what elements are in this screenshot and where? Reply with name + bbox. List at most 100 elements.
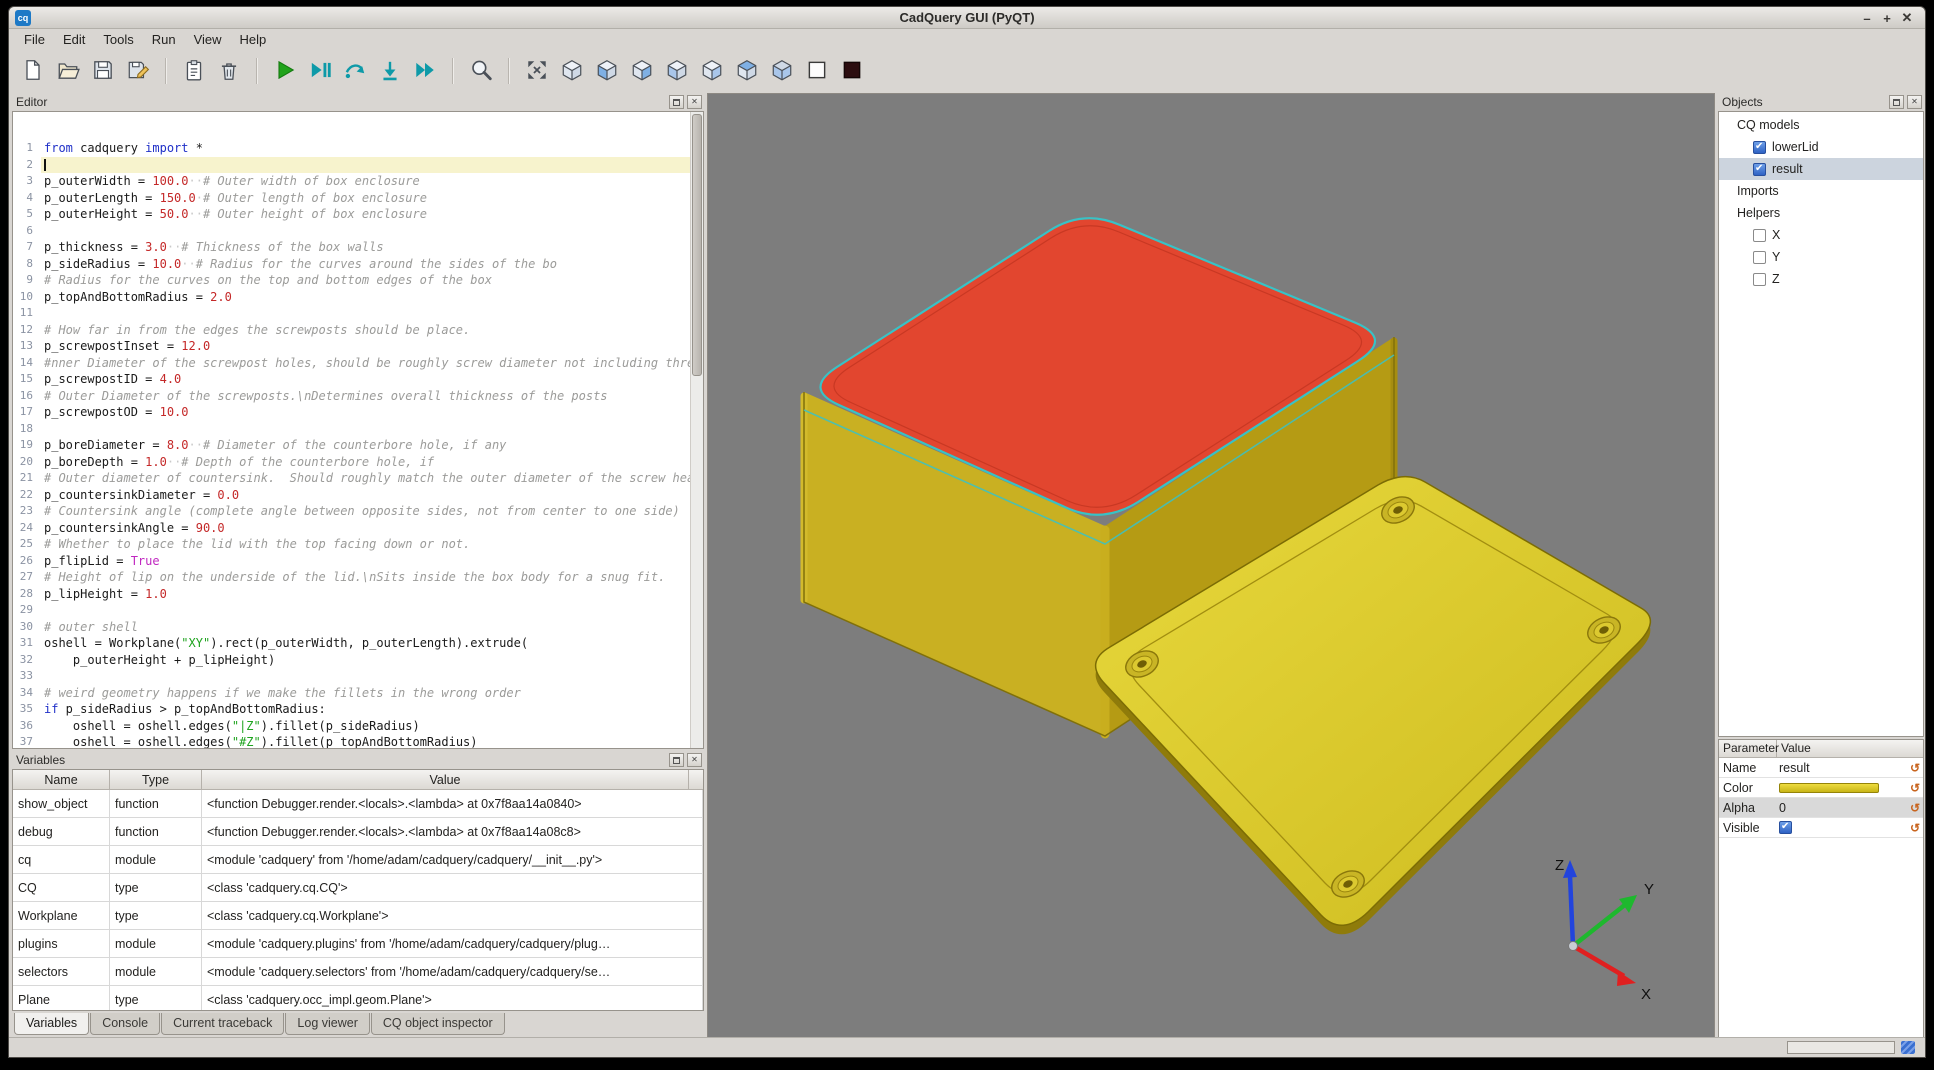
- save-as-button[interactable]: [124, 57, 152, 85]
- tree-item-lowerlid[interactable]: lowerLid: [1719, 136, 1923, 158]
- code-line-33[interactable]: 33: [13, 668, 703, 685]
- code-line-28[interactable]: 28p_lipHeight = 1.0: [13, 586, 703, 603]
- code-line-2[interactable]: 2: [13, 157, 703, 174]
- tab-cq-object-inspector[interactable]: CQ object inspector: [371, 1013, 505, 1035]
- editor-scrollbar[interactable]: [690, 112, 703, 748]
- tab-variables[interactable]: Variables: [14, 1013, 89, 1035]
- fit-view-button[interactable]: [523, 57, 551, 85]
- clipboard-button[interactable]: [180, 57, 208, 85]
- resize-grip[interactable]: [1901, 1041, 1915, 1054]
- property-row-color[interactable]: Color↺: [1719, 778, 1923, 798]
- code-line-18[interactable]: 18: [13, 421, 703, 438]
- menu-tools[interactable]: Tools: [94, 30, 142, 49]
- variables-float-button[interactable]: [669, 753, 684, 767]
- tab-current-traceback[interactable]: Current traceback: [161, 1013, 284, 1035]
- code-line-9[interactable]: 9# Radius for the curves on the top and …: [13, 272, 703, 289]
- code-line-6[interactable]: 6: [13, 223, 703, 240]
- view-bottom-button[interactable]: [768, 57, 796, 85]
- code-line-11[interactable]: 11: [13, 305, 703, 322]
- code-line-30[interactable]: 30# outer shell: [13, 619, 703, 636]
- code-line-29[interactable]: 29: [13, 602, 703, 619]
- tree-item-z[interactable]: Z: [1719, 268, 1923, 290]
- tree-item-cq-models[interactable]: CQ models: [1719, 114, 1923, 136]
- tree-item-imports[interactable]: Imports: [1719, 180, 1923, 202]
- wireframe-button[interactable]: [803, 57, 831, 85]
- code-line-3[interactable]: 3p_outerWidth = 100.0··# Outer width of …: [13, 173, 703, 190]
- code-line-31[interactable]: 31oshell = Workplane("XY").rect(p_outerW…: [13, 635, 703, 652]
- variable-row-show-object[interactable]: show_objectfunction<function Debugger.re…: [13, 790, 703, 818]
- code-line-22[interactable]: 22p_countersinkDiameter = 0.0: [13, 487, 703, 504]
- tree-item-helpers[interactable]: Helpers: [1719, 202, 1923, 224]
- code-line-7[interactable]: 7p_thickness = 3.0··# Thickness of the b…: [13, 239, 703, 256]
- code-line-17[interactable]: 17p_screwpostOD = 10.0: [13, 404, 703, 421]
- view-left-button[interactable]: [663, 57, 691, 85]
- menu-help[interactable]: Help: [231, 30, 276, 49]
- objects-float-button[interactable]: [1889, 95, 1904, 109]
- code-line-15[interactable]: 15p_screwpostID = 4.0: [13, 371, 703, 388]
- shaded-button[interactable]: [838, 57, 866, 85]
- step-over-button[interactable]: [341, 57, 369, 85]
- code-line-8[interactable]: 8p_sideRadius = 10.0··# Radius for the c…: [13, 256, 703, 273]
- code-line-35[interactable]: 35if p_sideRadius > p_topAndBottomRadius…: [13, 701, 703, 718]
- objects-close-button[interactable]: ✕: [1907, 95, 1922, 109]
- menu-file[interactable]: File: [15, 30, 54, 49]
- code-line-16[interactable]: 16# Outer Diameter of the screwposts.\nD…: [13, 388, 703, 405]
- code-line-25[interactable]: 25# Whether to place the lid with the to…: [13, 536, 703, 553]
- variable-row-debug[interactable]: debugfunction<function Debugger.render.<…: [13, 818, 703, 846]
- view-back-button[interactable]: [628, 57, 656, 85]
- code-line-1[interactable]: 1from cadquery import *: [13, 140, 703, 157]
- checkbox-z[interactable]: [1753, 273, 1766, 286]
- code-line-14[interactable]: 14#nner Diameter of the screwpost holes,…: [13, 355, 703, 372]
- code-line-20[interactable]: 20p_boreDepth = 1.0··# Depth of the coun…: [13, 454, 703, 471]
- code-editor[interactable]: 1from cadquery import *23p_outerWidth = …: [12, 111, 704, 749]
- menu-view[interactable]: View: [185, 30, 231, 49]
- code-line-37[interactable]: 37 oshell = oshell.edges("#Z").fillet(p_…: [13, 734, 703, 749]
- menu-edit[interactable]: Edit: [54, 30, 94, 49]
- variable-row-selectors[interactable]: selectorsmodule<module 'cadquery.selecto…: [13, 958, 703, 986]
- code-line-27[interactable]: 27# Height of lip on the underside of th…: [13, 569, 703, 586]
- save-button[interactable]: [89, 57, 117, 85]
- undo-icon[interactable]: ↺: [1907, 821, 1923, 835]
- undo-icon[interactable]: ↺: [1907, 781, 1923, 795]
- code-line-36[interactable]: 36 oshell = oshell.edges("|Z").fillet(p_…: [13, 718, 703, 735]
- code-line-24[interactable]: 24p_countersinkAngle = 90.0: [13, 520, 703, 537]
- code-line-10[interactable]: 10p_topAndBottomRadius = 2.0: [13, 289, 703, 306]
- variables-close-button[interactable]: ✕: [687, 753, 702, 767]
- titlebar[interactable]: cq CadQuery GUI (PyQT) – + ✕: [9, 7, 1925, 29]
- view-right-button[interactable]: [698, 57, 726, 85]
- tree-item-result[interactable]: result: [1719, 158, 1923, 180]
- code-line-34[interactable]: 34# weird geometry happens if we make th…: [13, 685, 703, 702]
- view-iso-button[interactable]: [558, 57, 586, 85]
- color-swatch[interactable]: [1779, 783, 1879, 793]
- code-line-5[interactable]: 5p_outerHeight = 50.0··# Outer height of…: [13, 206, 703, 223]
- variable-row-cq[interactable]: cqmodule<module 'cadquery' from '/home/a…: [13, 846, 703, 874]
- tab-log-viewer[interactable]: Log viewer: [285, 1013, 369, 1035]
- zoom-button[interactable]: [467, 57, 495, 85]
- code-line-26[interactable]: 26p_flipLid = True: [13, 553, 703, 570]
- debug-button[interactable]: [306, 57, 334, 85]
- undo-icon[interactable]: ↺: [1907, 801, 1923, 815]
- open-file-button[interactable]: [54, 57, 82, 85]
- property-row-alpha[interactable]: Alpha0↺: [1719, 798, 1923, 818]
- tab-console[interactable]: Console: [90, 1013, 160, 1035]
- variable-row-plane[interactable]: Planetype<class 'cadquery.occ_impl.geom.…: [13, 986, 703, 1011]
- view-top-button[interactable]: [733, 57, 761, 85]
- minimize-button[interactable]: –: [1857, 11, 1877, 26]
- code-line-4[interactable]: 4p_outerLength = 150.0·# Outer length of…: [13, 190, 703, 207]
- editor-float-button[interactable]: [669, 95, 684, 109]
- code-line-12[interactable]: 12# How far in from the edges the screwp…: [13, 322, 703, 339]
- code-line-23[interactable]: 23# Countersink angle (complete angle be…: [13, 503, 703, 520]
- checkbox-x[interactable]: [1753, 229, 1766, 242]
- step-into-button[interactable]: [376, 57, 404, 85]
- property-row-name[interactable]: Nameresult↺: [1719, 758, 1923, 778]
- fast-forward-button[interactable]: [411, 57, 439, 85]
- visible-checkbox[interactable]: [1779, 821, 1792, 834]
- property-row-visible[interactable]: Visible↺: [1719, 818, 1923, 838]
- view-front-button[interactable]: [593, 57, 621, 85]
- menu-run[interactable]: Run: [143, 30, 185, 49]
- viewport-3d[interactable]: Z Y X: [707, 93, 1715, 1039]
- checkbox-result[interactable]: [1753, 163, 1766, 176]
- code-line-32[interactable]: 32 p_outerHeight + p_lipHeight): [13, 652, 703, 669]
- new-file-button[interactable]: [19, 57, 47, 85]
- variable-row-cq[interactable]: CQtype<class 'cadquery.cq.CQ'>: [13, 874, 703, 902]
